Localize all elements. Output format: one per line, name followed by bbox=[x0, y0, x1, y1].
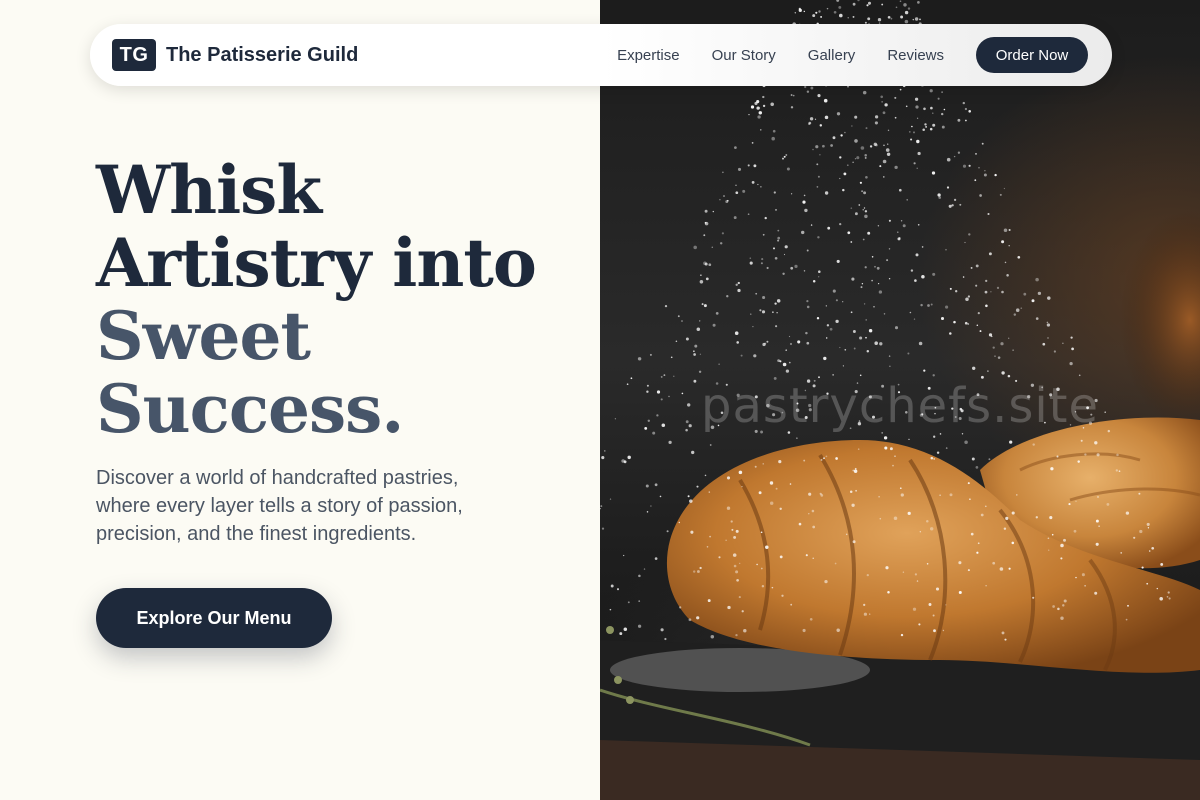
headline-line-4: Success. bbox=[96, 370, 404, 448]
nav-link-gallery[interactable]: Gallery bbox=[808, 47, 856, 64]
watermark-text: pastrychefs.site bbox=[700, 378, 1100, 434]
order-now-button[interactable]: Order Now bbox=[976, 37, 1088, 73]
hero-headline: Whisk Artistry into Sweet Success. bbox=[96, 151, 537, 448]
nav-links: Expertise Our Story Gallery Reviews Orde… bbox=[617, 37, 1088, 73]
headline-line-3: Sweet bbox=[96, 297, 311, 375]
explore-menu-button[interactable]: Explore Our Menu bbox=[96, 588, 332, 648]
brand-name: The Patisserie Guild bbox=[166, 43, 359, 66]
nav-link-expertise[interactable]: Expertise bbox=[617, 47, 680, 64]
headline-line-1: Whisk bbox=[96, 151, 322, 229]
top-navigation: TG The Patisserie Guild Expertise Our St… bbox=[90, 24, 1112, 86]
headline-line-2: Artistry into bbox=[96, 224, 537, 302]
hero-image: pastrychefs.site bbox=[600, 0, 1200, 800]
nav-link-reviews[interactable]: Reviews bbox=[887, 47, 944, 64]
brand[interactable]: TG The Patisserie Guild bbox=[112, 39, 358, 71]
nav-link-our-story[interactable]: Our Story bbox=[712, 47, 776, 64]
hero-subtitle: Discover a world of handcrafted pastries… bbox=[96, 467, 463, 545]
logo-badge: TG bbox=[112, 39, 156, 71]
